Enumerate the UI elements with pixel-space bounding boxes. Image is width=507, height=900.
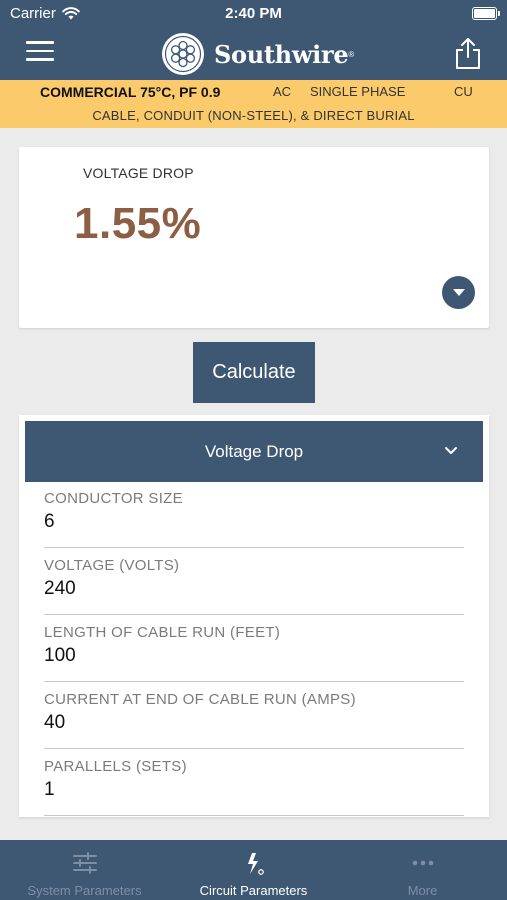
chevron-down-icon <box>445 447 457 454</box>
input-form-card: Voltage Drop CONDUCTOR SIZE 6 VOLTAGE (V… <box>19 415 489 817</box>
more-dots-icon <box>412 860 433 866</box>
status-time: 2:40 PM <box>225 5 282 22</box>
brand-name: Southwire <box>214 39 349 69</box>
banner-conductor-material: CU <box>454 84 473 99</box>
nav-bar: Southwire ® <box>0 27 507 80</box>
voltage-drop-section-header[interactable]: Voltage Drop <box>25 421 483 482</box>
status-bar: Carrier 2:40 PM <box>0 0 507 27</box>
banner-phase: SINGLE PHASE <box>310 84 406 99</box>
field-label: CURRENT AT END OF CABLE RUN (AMPS) <box>44 691 356 708</box>
caret-down-icon <box>452 289 465 296</box>
field-label: VOLTAGE (VOLTS) <box>44 557 180 574</box>
cable-length-input[interactable]: 100 <box>44 645 464 671</box>
conductor-size-input[interactable]: 6 <box>44 511 464 537</box>
cable-length-field[interactable]: LENGTH OF CABLE RUN (FEET) 100 <box>44 624 464 682</box>
calculate-button[interactable]: Calculate <box>193 342 315 403</box>
tab-label: More <box>407 883 438 898</box>
parallels-input[interactable]: 1 <box>44 779 464 805</box>
expand-result-button[interactable] <box>442 276 475 309</box>
southwire-logo-icon <box>162 33 204 75</box>
battery-icon <box>472 7 500 20</box>
banner-current-type: AC <box>273 84 292 99</box>
tab-more[interactable]: More <box>338 840 507 900</box>
parallels-field[interactable]: PARALLELS (SETS) 1 <box>44 758 464 816</box>
system-summary-banner: COMMERCIAL 75°C, PF 0.9 AC SINGLE PHASE … <box>0 80 507 128</box>
voltage-input[interactable]: 240 <box>44 578 464 604</box>
banner-title: COMMERCIAL 75°C, PF 0.9 <box>40 84 221 100</box>
registered-mark: ® <box>348 49 355 59</box>
result-card: VOLTAGE DROP 1.55% <box>19 147 489 328</box>
tab-label: Circuit Parameters <box>199 883 308 898</box>
banner-installation: CABLE, CONDUIT (NON-STEEL), & DIRECT BUR… <box>92 108 415 123</box>
sliders-icon <box>72 852 97 874</box>
tab-circuit-parameters[interactable]: Circuit Parameters <box>169 840 338 900</box>
tab-system-parameters[interactable]: System Parameters <box>0 840 169 900</box>
field-label: CONDUCTOR SIZE <box>44 490 183 507</box>
current-input[interactable]: 40 <box>44 712 464 738</box>
share-icon[interactable] <box>453 36 483 70</box>
result-label: VOLTAGE DROP <box>83 165 194 181</box>
current-field[interactable]: CURRENT AT END OF CABLE RUN (AMPS) 40 <box>44 691 464 749</box>
tab-bar: System Parameters Circuit Parameters Mor… <box>0 840 507 900</box>
lightning-icon <box>247 853 264 875</box>
tab-label: System Parameters <box>27 883 142 898</box>
section-title: Voltage Drop <box>204 441 304 461</box>
field-label: LENGTH OF CABLE RUN (FEET) <box>44 624 281 641</box>
hamburger-menu-icon[interactable] <box>26 41 54 65</box>
result-value: 1.55% <box>74 199 202 248</box>
field-label: PARALLELS (SETS) <box>44 758 187 775</box>
conductor-size-field[interactable]: CONDUCTOR SIZE 6 <box>44 490 464 548</box>
brand-logo: Southwire ® <box>160 30 354 78</box>
voltage-field[interactable]: VOLTAGE (VOLTS) 240 <box>44 557 464 615</box>
